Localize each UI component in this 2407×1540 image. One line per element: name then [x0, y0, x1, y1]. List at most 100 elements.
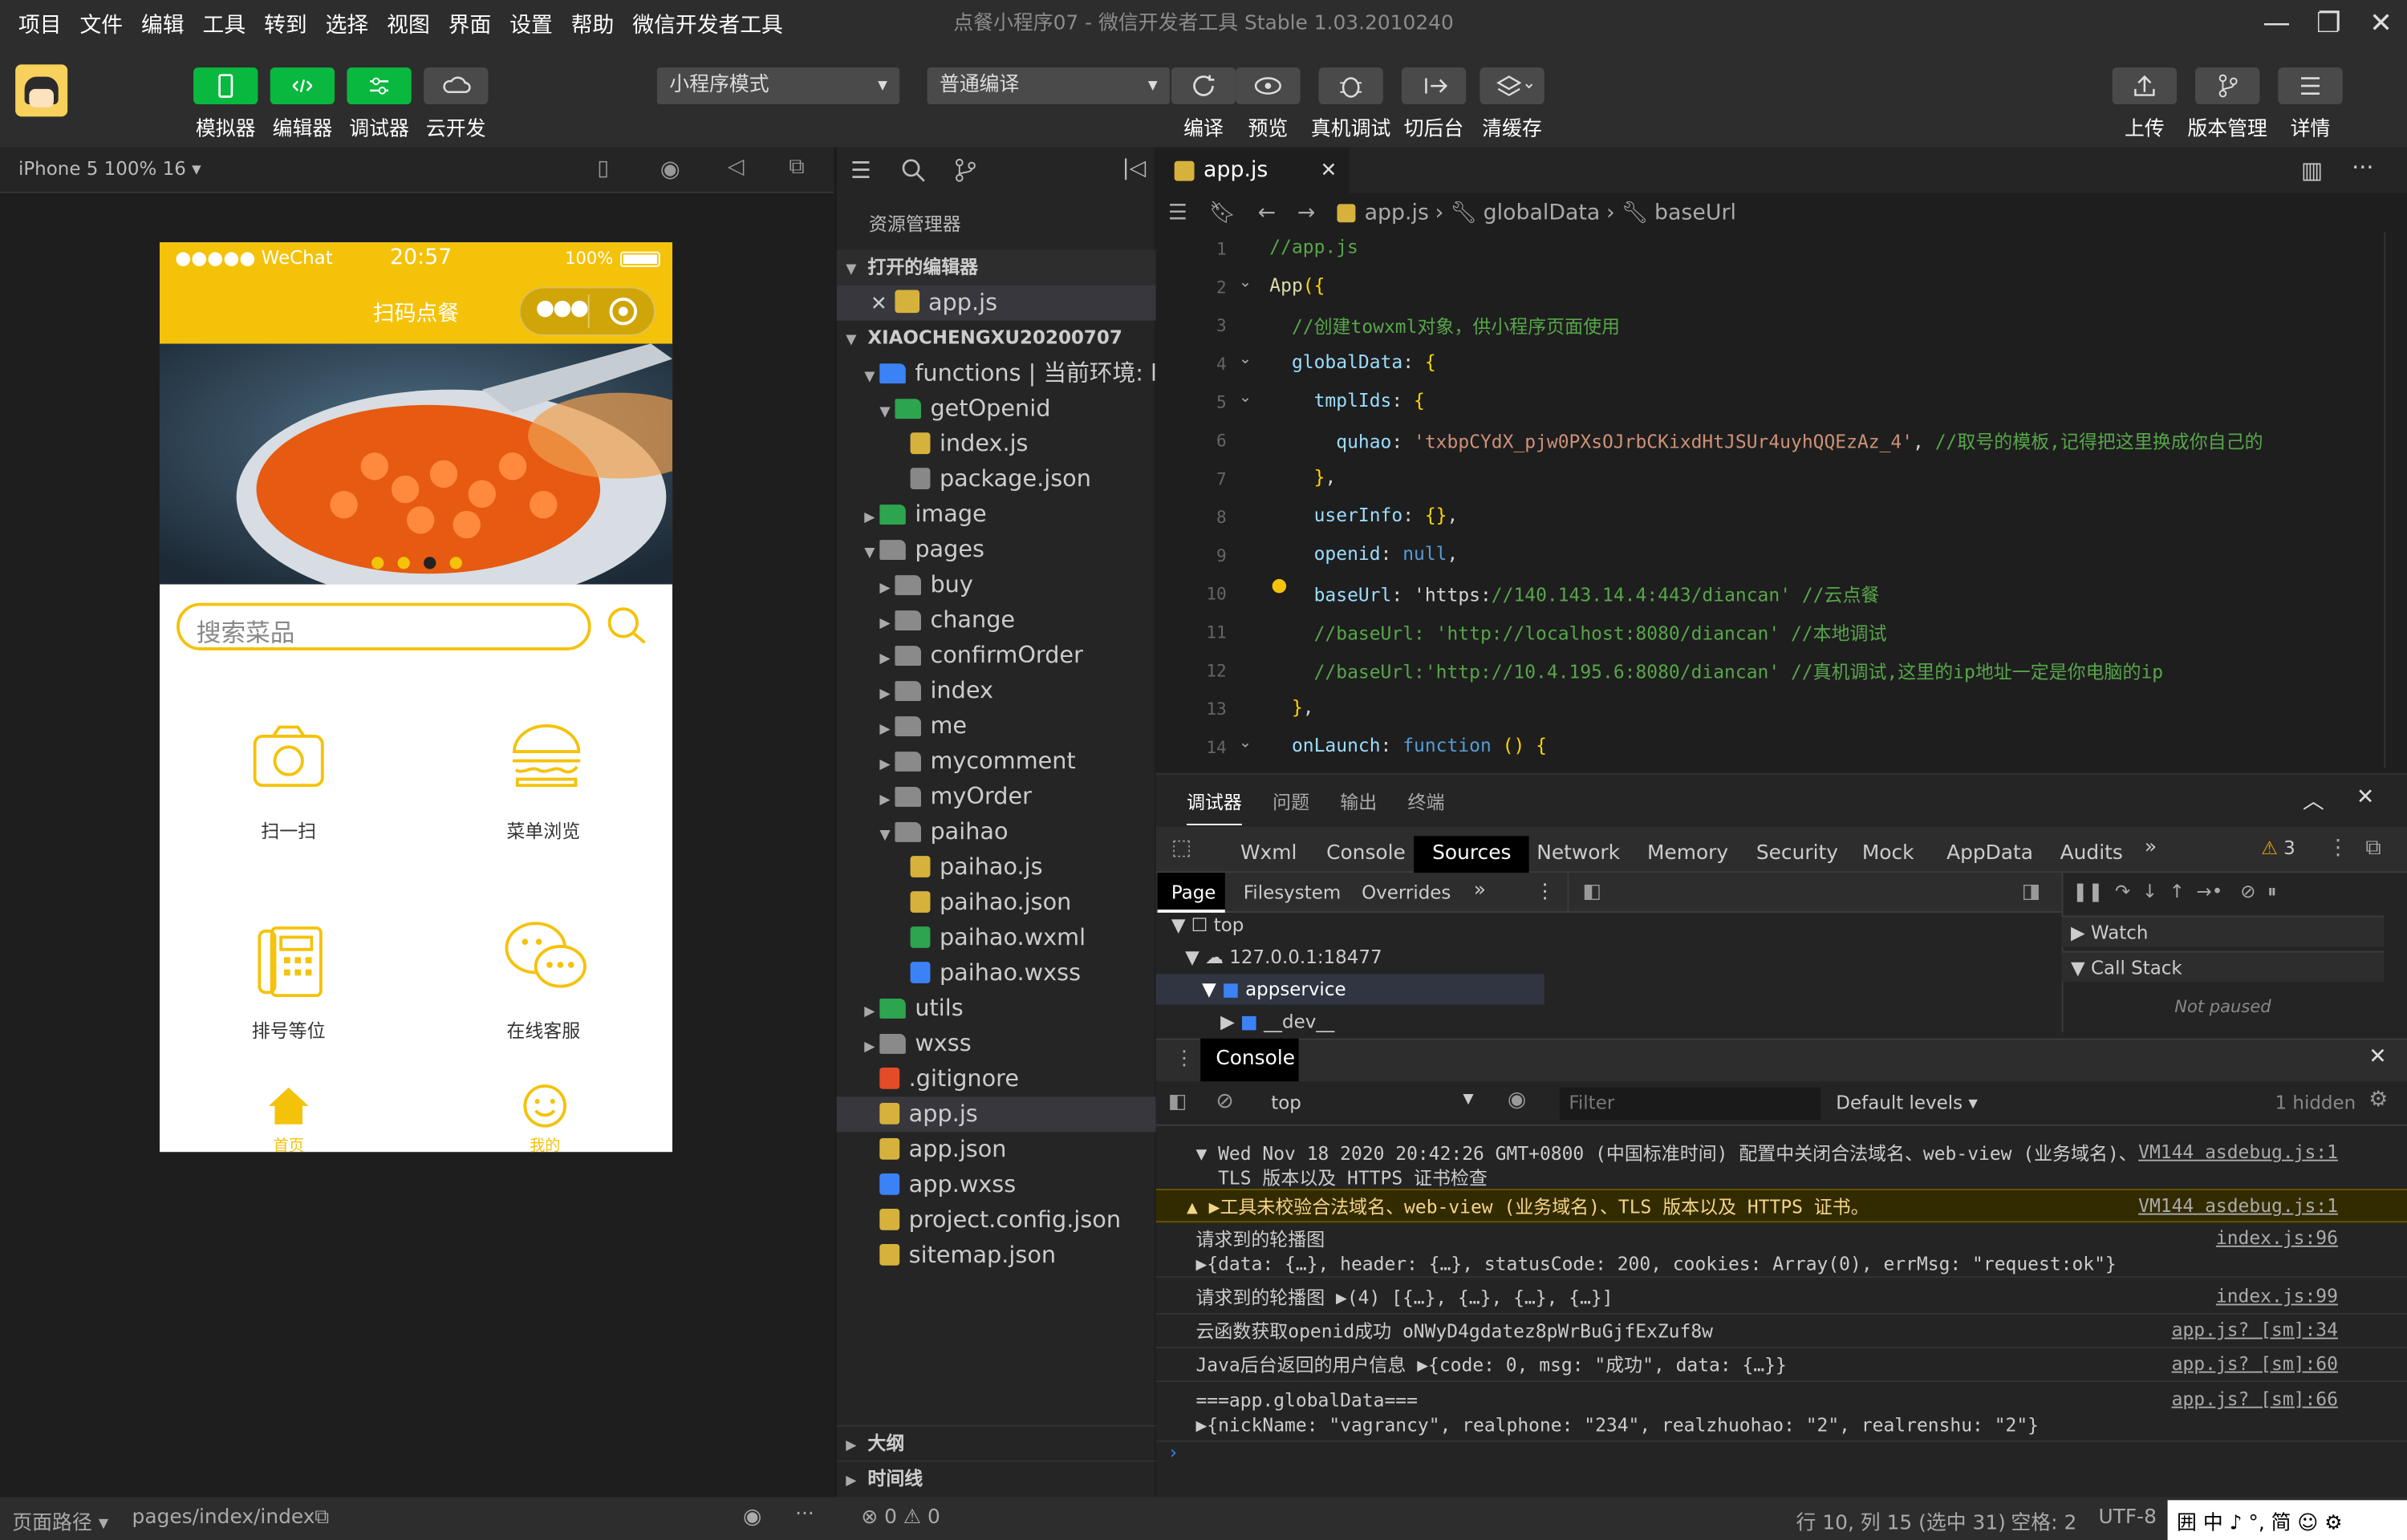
tree-item[interactable]: ▼ paihao [837, 814, 1156, 849]
tree-item[interactable]: ▶ myOrder [837, 779, 1156, 814]
indent-setting[interactable]: 空格: 2 [2011, 1506, 2076, 1536]
panel-tab-3[interactable]: 终端 [1407, 788, 1444, 815]
close-icon[interactable]: ✕ [1320, 159, 1337, 182]
clear-console-icon[interactable]: ⊘ [1216, 1089, 1233, 1114]
split-editor-icon[interactable]: ▥ [2301, 156, 2323, 184]
tree-item[interactable]: ▶ change [837, 603, 1156, 638]
tree-item[interactable]: project.config.json [837, 1202, 1156, 1238]
compile-select[interactable]: 普通编译 ▼ [927, 67, 1170, 105]
phone-booth-icon[interactable] [257, 923, 324, 1000]
tree-item[interactable]: app.wxss [837, 1167, 1156, 1202]
warning-badge[interactable]: ⚠ 3 [2261, 837, 2295, 859]
panel-tab-0[interactable]: 调试器 [1186, 788, 1242, 825]
tree-item[interactable]: app.js [836, 1096, 1156, 1133]
console-source-link[interactable]: VM144 asdebug.js:1 [2138, 1141, 2338, 1163]
search-icon[interactable] [901, 158, 926, 183]
editor-tab-appjs[interactable]: app.js ✕ [1155, 147, 1350, 193]
caret-down-icon[interactable]: ▼ [1463, 1092, 1473, 1108]
compile-button[interactable] [1171, 67, 1236, 105]
breadcrumb-file[interactable]: app.js [1365, 201, 1429, 226]
tree-host[interactable]: ▼ ☁ 127.0.0.1:18477 [1185, 946, 1382, 968]
devtools-tab-appdata[interactable]: AppData [1946, 836, 2033, 873]
collapse-icon[interactable]: |◁ [1122, 156, 1147, 181]
tab-me[interactable]: 我的 [508, 1132, 582, 1152]
kebab-icon[interactable]: ⋮ [1535, 881, 1555, 904]
volume-icon[interactable]: ◁ [728, 155, 745, 180]
capsule-button[interactable]: ●●● [518, 286, 656, 336]
console-message[interactable]: 请求到的轮播图 ▶{data: {…}, header: {…}, status… [1155, 1222, 2407, 1279]
console-message[interactable]: ===app.globalData=== ▶{nickName: "vagran… [1155, 1384, 2407, 1442]
mode-select[interactable]: 小程序模式 ▼ [656, 67, 900, 105]
tree-item[interactable]: ▶ image [837, 497, 1156, 533]
tree-item[interactable]: ▶ me [837, 709, 1156, 744]
tree-item[interactable]: package.json [837, 462, 1156, 497]
subtab-overrides[interactable]: Overrides [1362, 882, 1451, 904]
banner-image[interactable] [159, 343, 673, 585]
tree-dev[interactable]: ▶ ■ __dev__ [1220, 1011, 1334, 1032]
device-select[interactable]: iPhone 5 100% 16 ▾ [18, 158, 201, 180]
debugger-button[interactable] [347, 67, 412, 105]
outline-header[interactable]: ▶ 大纲 [836, 1424, 1156, 1461]
close-capsule-icon[interactable] [609, 298, 638, 326]
more-tabs-icon[interactable]: » [1474, 879, 1486, 902]
fold-icon[interactable]: ⌄ [1239, 351, 1252, 368]
sidebar-toggle-icon[interactable]: ◧ [1168, 1091, 1187, 1114]
console-message[interactable]: ▼ Wed Nov 18 2020 20:42:26 GMT+0800 (中国标… [1155, 1137, 2407, 1192]
back-icon[interactable]: ← [1258, 201, 1276, 226]
eye-icon[interactable]: ◉ [743, 1505, 761, 1530]
upload-button[interactable] [2112, 67, 2178, 105]
devtools-tab-console[interactable]: Console [1326, 836, 1406, 873]
editor-button[interactable] [270, 67, 335, 105]
background-button[interactable] [1401, 67, 1467, 105]
panel-tab-1[interactable]: 问题 [1273, 788, 1309, 815]
remote-debug-button[interactable] [1318, 67, 1383, 105]
search-icon[interactable] [602, 602, 651, 650]
tree-top[interactable]: ▼ ☐ top [1171, 914, 1244, 936]
toggle-navigator-icon[interactable]: ◧ [1583, 881, 1602, 904]
devtools-tab-memory[interactable]: Memory [1647, 836, 1728, 873]
tree-item[interactable]: ▼ functions | 当前环境: l... [837, 356, 1179, 391]
open-editor-item[interactable]: ✕ app.js [836, 285, 1156, 321]
console-source-link[interactable]: index.js:99 [2216, 1286, 2338, 1307]
home-icon[interactable] [266, 1084, 311, 1128]
console-source-link[interactable]: app.js? [sm]:34 [2172, 1319, 2338, 1341]
debugger-controls[interactable]: ❚❚ ↷ ↓ ↑ →• ⊘ ⏸ [2072, 881, 2277, 904]
devtools-tab-network[interactable]: Network [1536, 836, 1620, 873]
panel-tab-2[interactable]: 输出 [1340, 788, 1377, 815]
record-icon[interactable]: ◉ [660, 155, 680, 182]
console-source-link[interactable]: app.js? [sm]:60 [2172, 1353, 2338, 1375]
tree-appservice[interactable]: ▼ ■ appservice [1202, 979, 1346, 1000]
tree-item[interactable]: index.js [837, 427, 1156, 462]
problems-count[interactable]: ⊗ 0 ⚠ 0 [861, 1506, 940, 1530]
search-input[interactable]: 搜索菜品 [177, 602, 591, 650]
tree-item[interactable]: paihao.json [837, 885, 1156, 920]
console-source-link[interactable]: VM144 asdebug.js:1 [2138, 1195, 2338, 1217]
page-path-select[interactable]: 页面路径 ▾ [12, 1506, 108, 1536]
close-icon[interactable]: ✕ [2368, 1044, 2386, 1069]
toggle-debugger-icon[interactable]: ◨ [2022, 881, 2041, 904]
tree-item[interactable]: .gitignore [837, 1061, 1156, 1096]
scrollbar[interactable] [2384, 231, 2405, 769]
fold-icon[interactable]: ⌄ [1239, 274, 1252, 291]
project-header[interactable]: ▼ XIAOCHENGXU20200707 [837, 321, 1156, 356]
levels-select[interactable]: Default levels ▾ [1836, 1092, 1978, 1114]
timeline-header[interactable]: ▶ 时间线 [836, 1460, 1156, 1496]
console-message[interactable]: ▲ ▶工具未校验合法域名、web-view (业务域名)、TLS 版本以及 HT… [1155, 1189, 2407, 1223]
version-button[interactable] [2195, 67, 2260, 105]
preview-button[interactable] [1236, 67, 1301, 105]
dock-icon[interactable]: ⧉ [2365, 836, 2381, 861]
devtools-tab-wxml[interactable]: Wxml [1240, 836, 1297, 873]
close-icon[interactable]: ✕ [2355, 0, 2407, 49]
maximize-icon[interactable]: ︿ [2303, 785, 2324, 816]
tree-item[interactable]: ▼ pages [837, 533, 1156, 568]
filter-input[interactable]: Filter [1559, 1087, 1821, 1121]
tree-item[interactable]: sitemap.json [837, 1238, 1156, 1273]
console-prompt[interactable]: › [1170, 1442, 1177, 1464]
minimize-icon[interactable]: — [2251, 0, 2303, 49]
fold-icon[interactable]: ⌄ [1239, 390, 1252, 407]
chat-icon[interactable] [502, 918, 591, 997]
tree-item[interactable]: app.json [837, 1132, 1156, 1167]
console-message[interactable]: 请求到的轮播图 ▶(4) [{…}, {…}, {…}, {…}] index.j… [1155, 1281, 2407, 1315]
details-button[interactable] [2278, 67, 2343, 105]
gear-icon[interactable]: ⚙ [2368, 1088, 2388, 1112]
